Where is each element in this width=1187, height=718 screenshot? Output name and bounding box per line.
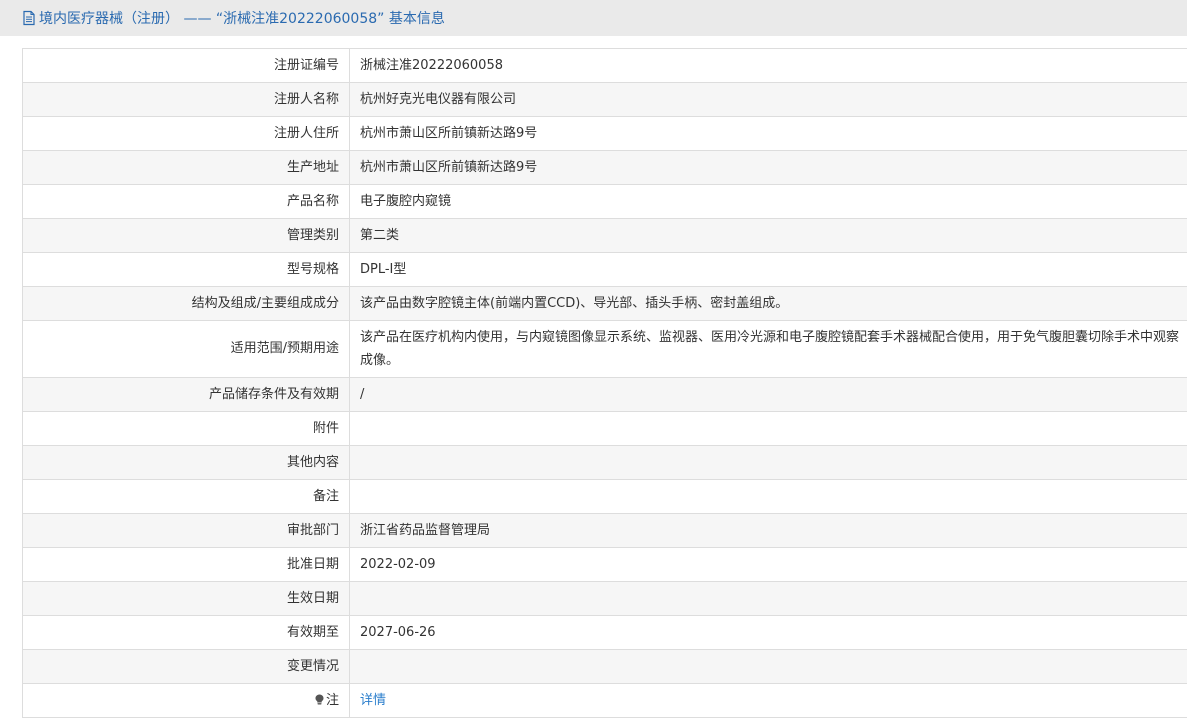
page-header: 境内医疗器械（注册） —— “浙械注准20222060058” 基本信息 xyxy=(0,0,1187,36)
row-label: 型号规格 xyxy=(22,252,350,287)
row-value: 2027-06-26 xyxy=(349,615,1187,650)
table-row: 附件 xyxy=(22,411,1187,446)
row-label: 注 xyxy=(325,692,339,708)
row-label: 注册人住所 xyxy=(22,116,350,151)
row-value xyxy=(349,445,1187,480)
table-row: 结构及组成/主要组成成分 该产品由数字腔镜主体(前端内置CCD)、导光部、插头手… xyxy=(22,286,1187,321)
row-value: 浙江省药品监督管理局 xyxy=(349,513,1187,548)
row-value: / xyxy=(349,377,1187,412)
row-label: 产品名称 xyxy=(22,184,350,219)
document-icon xyxy=(23,10,35,26)
row-value: 杭州市萧山区所前镇新达路9号 xyxy=(349,116,1187,151)
row-label: 生效日期 xyxy=(22,581,350,616)
note-label-cell: 注 xyxy=(22,683,350,718)
row-value xyxy=(349,649,1187,684)
details-link[interactable]: 详情 xyxy=(360,693,386,708)
row-label: 审批部门 xyxy=(22,513,350,548)
row-label: 注册证编号 xyxy=(22,48,350,83)
row-value: 该产品由数字腔镜主体(前端内置CCD)、导光部、插头手柄、密封盖组成。 xyxy=(349,286,1187,321)
table-row: 产品名称 电子腹腔内窥镜 xyxy=(22,184,1187,219)
page-title: 境内医疗器械（注册） —— “浙械注准20222060058” 基本信息 xyxy=(39,11,445,27)
table-row: 适用范围/预期用途 该产品在医疗机构内使用，与内窥镜图像显示系统、监视器、医用冷… xyxy=(22,320,1187,378)
row-value xyxy=(349,479,1187,514)
row-value-cell: 该产品在医疗机构内使用，与内窥镜图像显示系统、监视器、医用冷光源和电子腹腔镜配套… xyxy=(349,320,1187,378)
row-label: 变更情况 xyxy=(22,649,350,684)
table-row: 生产地址 杭州市萧山区所前镇新达路9号 xyxy=(22,150,1187,185)
table-row: 其他内容 xyxy=(22,445,1187,480)
row-label: 管理类别 xyxy=(22,218,350,253)
row-value: 该产品在医疗机构内使用，与内窥镜图像显示系统、监视器、医用冷光源和电子腹腔镜配套… xyxy=(360,330,1180,368)
table-row: 注 详情 xyxy=(22,683,1187,718)
table-row: 批准日期 2022-02-09 xyxy=(22,547,1187,582)
table-row: 注册证编号 浙械注准20222060058 xyxy=(22,48,1187,83)
row-label: 生产地址 xyxy=(22,150,350,185)
row-value: DPL-Ⅰ型 xyxy=(349,252,1187,287)
row-label: 适用范围/预期用途 xyxy=(22,320,350,378)
row-value-cell: 详情 xyxy=(349,683,1187,718)
page: 境内医疗器械（注册） —— “浙械注准20222060058” 基本信息 注册证… xyxy=(0,0,1187,718)
row-value: 杭州好克光电仪器有限公司 xyxy=(349,82,1187,117)
lightbulb-icon xyxy=(315,693,324,704)
table-row: 产品储存条件及有效期 / xyxy=(22,377,1187,412)
table-row: 管理类别 第二类 xyxy=(22,218,1187,253)
row-label: 备注 xyxy=(22,479,350,514)
table-row: 变更情况 xyxy=(22,649,1187,684)
row-value: 浙械注准20222060058 xyxy=(349,48,1187,83)
table-row: 备注 xyxy=(22,479,1187,514)
table-row: 型号规格 DPL-Ⅰ型 xyxy=(22,252,1187,287)
row-label: 注册人名称 xyxy=(22,82,350,117)
table-row: 注册人住所 杭州市萧山区所前镇新达路9号 xyxy=(22,116,1187,151)
row-label: 有效期至 xyxy=(22,615,350,650)
row-label: 产品储存条件及有效期 xyxy=(22,377,350,412)
row-label: 其他内容 xyxy=(22,445,350,480)
row-label: 批准日期 xyxy=(22,547,350,582)
info-table: 注册证编号 浙械注准20222060058 注册人名称 杭州好克光电仪器有限公司… xyxy=(22,48,1187,718)
row-value: 杭州市萧山区所前镇新达路9号 xyxy=(349,150,1187,185)
row-value: 2022-02-09 xyxy=(349,547,1187,582)
table-row: 注册人名称 杭州好克光电仪器有限公司 xyxy=(22,82,1187,117)
row-label: 附件 xyxy=(22,411,350,446)
table-row: 生效日期 xyxy=(22,581,1187,616)
row-value: 第二类 xyxy=(349,218,1187,253)
row-value: 电子腹腔内窥镜 xyxy=(349,184,1187,219)
table-row: 有效期至 2027-06-26 xyxy=(22,615,1187,650)
row-value xyxy=(349,411,1187,446)
row-label: 结构及组成/主要组成成分 xyxy=(22,286,350,321)
row-value xyxy=(349,581,1187,616)
table-row: 审批部门 浙江省药品监督管理局 xyxy=(22,513,1187,548)
